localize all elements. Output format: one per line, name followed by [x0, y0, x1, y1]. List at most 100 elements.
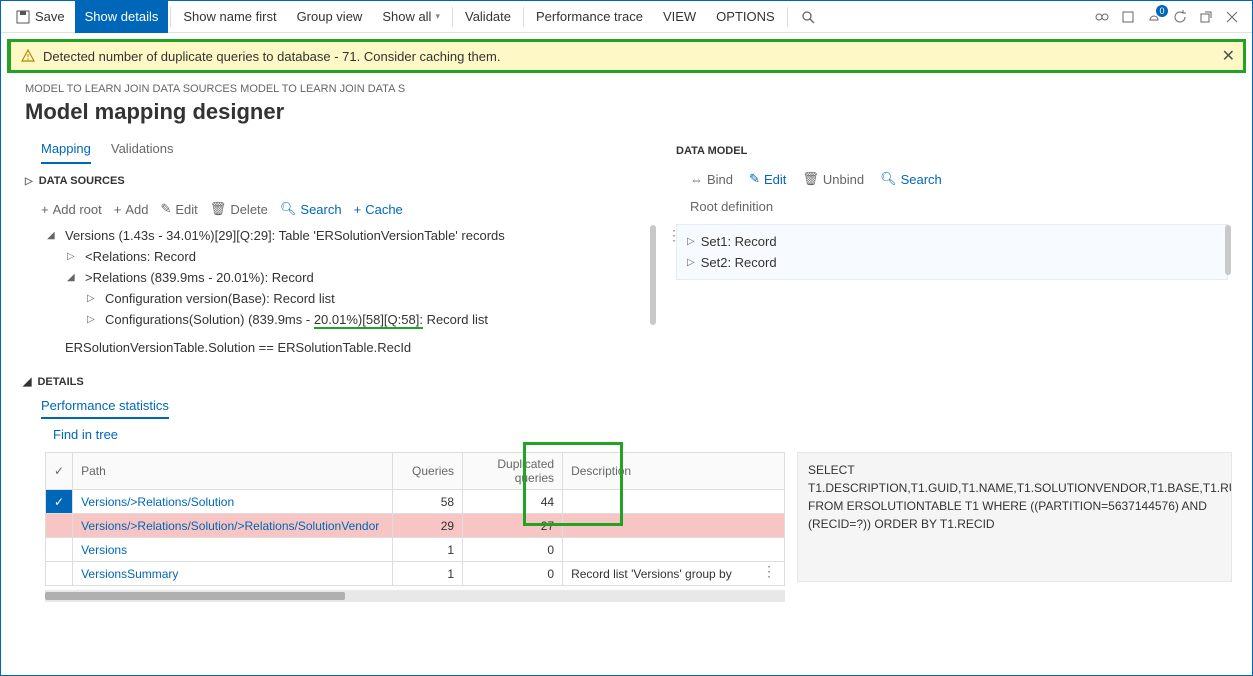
- dm-tree-row[interactable]: ▷ Set1: Record: [687, 231, 1217, 252]
- row-checkbox[interactable]: [46, 538, 73, 562]
- show-name-first-label: Show name first: [183, 9, 276, 24]
- row-checkbox[interactable]: ✓: [46, 490, 73, 514]
- group-view-button[interactable]: Group view: [287, 1, 373, 33]
- show-all-label: Show all: [382, 9, 431, 24]
- chevron-down-icon: ▾: [435, 11, 440, 22]
- search-button[interactable]: 🔍︎Search: [280, 201, 342, 217]
- warning-icon: [21, 49, 35, 63]
- more-icon[interactable]: ⋮: [762, 567, 776, 575]
- search-toolbar-button[interactable]: [790, 1, 826, 33]
- perf-trace-label: Performance trace: [536, 9, 643, 24]
- popout-icon[interactable]: [1198, 9, 1214, 25]
- separator: [170, 7, 171, 27]
- table-row[interactable]: Versions 1 0: [46, 538, 785, 562]
- perf-trace-button[interactable]: Performance trace: [526, 1, 653, 33]
- collapse-icon: ◢: [23, 375, 31, 388]
- search-label: Search: [901, 172, 942, 187]
- close-icon[interactable]: [1224, 9, 1240, 25]
- root-definition: Root definition: [676, 195, 1228, 224]
- tab-perf-stats[interactable]: Performance statistics: [41, 394, 169, 419]
- unbind-button[interactable]: 🗑Unbind: [802, 171, 864, 187]
- col-path[interactable]: Path: [73, 453, 393, 490]
- tab-mapping[interactable]: Mapping: [41, 135, 91, 164]
- tree-label: Configuration version(Base): Record list: [105, 291, 335, 306]
- data-model-label: DATA MODEL: [676, 145, 747, 157]
- cell-path[interactable]: VersionsSummary: [73, 562, 393, 586]
- add-button[interactable]: +Add: [114, 201, 149, 217]
- edit-button[interactable]: ✎Edit: [160, 201, 197, 217]
- view-menu[interactable]: VIEW: [653, 1, 706, 33]
- expand-icon[interactable]: ▷: [687, 257, 695, 268]
- expand-icon[interactable]: ▷: [67, 251, 79, 262]
- options-menu[interactable]: OPTIONS: [706, 1, 785, 33]
- tree-row[interactable]: ◢ >Relations (839.9ms - 20.01%): Record: [47, 267, 648, 288]
- dm-tree-label: Set1: Record: [701, 234, 777, 249]
- office-icon[interactable]: [1120, 9, 1136, 25]
- table-row[interactable]: VersionsSummary 1 0 Record list 'Version…: [46, 562, 785, 586]
- table-row[interactable]: Versions/>Relations/Solution/>Relations/…: [46, 514, 785, 538]
- expand-icon[interactable]: ▷: [87, 293, 99, 304]
- row-checkbox[interactable]: [46, 562, 73, 586]
- show-details-button[interactable]: Show details: [75, 1, 169, 33]
- warning-close-button[interactable]: ✕: [1222, 46, 1235, 66]
- link-icon[interactable]: [1094, 9, 1110, 25]
- dm-tree-row[interactable]: ▷Set2: Record: [687, 252, 1217, 273]
- notification-icon[interactable]: [1146, 9, 1162, 25]
- checkbox-header[interactable]: ✓: [46, 453, 73, 490]
- col-queries[interactable]: Queries: [393, 453, 463, 490]
- expand-icon[interactable]: ▷: [87, 314, 99, 325]
- plus-icon: +: [114, 202, 122, 217]
- plus-icon: +: [354, 202, 362, 217]
- dm-edit-button[interactable]: ✎Edit: [749, 171, 786, 187]
- refresh-icon[interactable]: [1172, 9, 1188, 25]
- search-icon: 🔍︎: [880, 171, 897, 187]
- show-name-first-button[interactable]: Show name first: [173, 1, 286, 33]
- validate-button[interactable]: Validate: [455, 1, 521, 33]
- add-root-button[interactable]: + Add root: [41, 201, 102, 217]
- tree-label: <Relations: Record: [85, 249, 196, 264]
- toolbar-right: [1094, 9, 1248, 25]
- tree-row[interactable]: ▷ Configuration version(Base): Record lis…: [47, 288, 648, 309]
- data-model-toolbar: ⇔Bind ✎Edit 🗑Unbind 🔍︎ Search: [676, 167, 1228, 195]
- find-in-tree-link[interactable]: Find in tree: [1, 417, 1252, 452]
- tree-label: >Relations (839.9ms - 20.01%): Record: [85, 270, 314, 285]
- tree-row[interactable]: ▷Configurations(Solution) (839.9ms - 20.…: [47, 309, 648, 330]
- cell-path[interactable]: Versions: [73, 538, 393, 562]
- show-all-button[interactable]: Show all ▾: [372, 1, 450, 33]
- data-sources-header[interactable]: ▷ DATA SOURCES: [17, 165, 656, 197]
- collapse-icon[interactable]: ◢: [47, 230, 59, 241]
- plus-icon: +: [41, 202, 49, 217]
- cache-button[interactable]: +Cache: [354, 201, 403, 217]
- perf-table: ✓ Path Queries Duplicated queries Descri…: [45, 452, 785, 586]
- collapse-icon[interactable]: ◢: [67, 272, 79, 283]
- row-checkbox[interactable]: [46, 514, 73, 538]
- validate-label: Validate: [465, 9, 511, 24]
- tab-validations[interactable]: Validations: [111, 135, 174, 164]
- table-row[interactable]: ✓ Versions/>Relations/Solution 58 44: [46, 490, 785, 514]
- dm-search-button[interactable]: 🔍︎ Search: [880, 171, 942, 187]
- cell-path[interactable]: Versions/>Relations/Solution/>Relations/…: [73, 514, 393, 538]
- bind-button[interactable]: ⇔Bind: [690, 171, 733, 187]
- col-description[interactable]: Description: [563, 453, 785, 490]
- scrollbar-thumb[interactable]: [45, 592, 345, 600]
- vertical-scrollbar[interactable]: [650, 225, 656, 325]
- expression-text: ERSolutionVersionTable.Solution == ERSol…: [17, 330, 656, 365]
- cell-path[interactable]: Versions/>Relations/Solution: [73, 490, 393, 514]
- cell-desc: [563, 514, 785, 538]
- details-header[interactable]: ◢ DETAILS: [1, 365, 1252, 392]
- sql-panel: SELECT T1.DESCRIPTION,T1.GUID,T1.NAME,T1…: [797, 452, 1232, 582]
- vertical-scrollbar[interactable]: [1225, 225, 1231, 275]
- col-duplicated[interactable]: Duplicated queries: [463, 453, 563, 490]
- drag-handle-icon[interactable]: ⋮: [667, 231, 681, 239]
- save-button[interactable]: Save: [5, 1, 75, 33]
- delete-button[interactable]: 🗑Delete: [210, 201, 268, 217]
- pencil-icon: ✎: [749, 171, 760, 187]
- add-root-label: Add root: [53, 202, 102, 217]
- tree-row[interactable]: ◢Versions (1.43s - 34.01%)[29][Q:29]: Ta…: [47, 225, 648, 246]
- expand-icon[interactable]: ▷: [687, 236, 695, 247]
- tree-row[interactable]: ▷ <Relations: Record: [47, 246, 648, 267]
- data-sources-toolbar: + Add root +Add ✎Edit 🗑Delete 🔍︎Search +C…: [17, 197, 656, 225]
- search-icon: 🔍︎: [280, 201, 297, 217]
- horizontal-scrollbar[interactable]: [45, 590, 785, 602]
- details-label: DETAILS: [37, 376, 83, 388]
